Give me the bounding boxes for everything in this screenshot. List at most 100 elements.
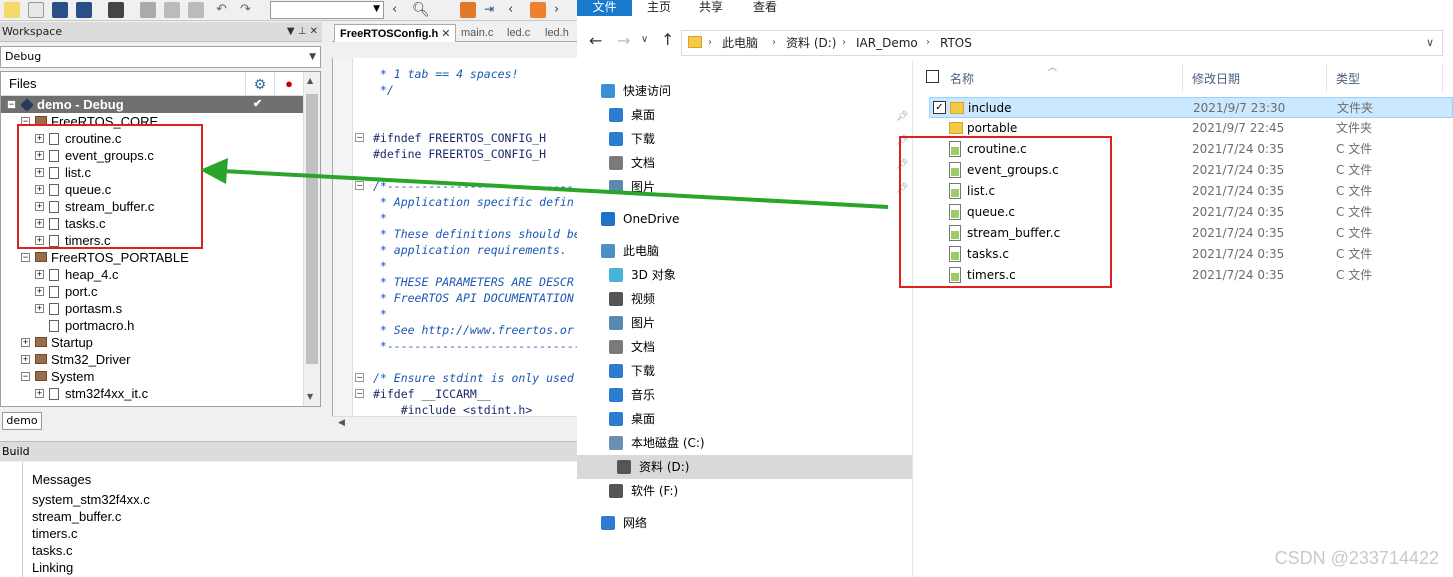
column-date[interactable]: 修改日期 <box>1192 70 1240 87</box>
tree-row-file[interactable]: + portasm.s <box>1 300 303 317</box>
prev-icon[interactable]: ‹ <box>508 2 524 18</box>
breadcrumb-iar-demo[interactable]: IAR_Demo <box>856 31 918 55</box>
tab-led-c[interactable]: led.c <box>502 24 535 42</box>
nav-item[interactable]: 下载 <box>601 359 911 383</box>
tree-row-folder[interactable]: + Stm32_Driver <box>1 351 303 368</box>
find-combo[interactable]: ▼ <box>270 1 384 19</box>
tree-row-project[interactable]: − demo - Debug ✔ <box>1 96 303 113</box>
nav-item[interactable]: 3D 对象 <box>601 263 911 287</box>
ribbon-file-tab[interactable]: 文件 <box>577 0 632 16</box>
column-separator[interactable] <box>1442 64 1443 92</box>
fold-toggle-icon[interactable]: − <box>355 133 364 142</box>
recent-chevron-icon[interactable]: ∨ <box>641 34 648 45</box>
editor-hscroll[interactable]: ◀ <box>332 416 577 432</box>
gear-icon[interactable]: ⚙ <box>245 72 274 96</box>
toggle-bookmark-icon[interactable] <box>460 2 476 18</box>
address-box[interactable]: › 此电脑 › 资料 (D:) › IAR_Demo › RTOS ∨ <box>681 30 1443 56</box>
cut-icon[interactable] <box>140 2 156 18</box>
code-editor[interactable]: * 1 tab == 4 spaces! */ #ifndef FREERTOS_… <box>332 58 577 432</box>
back-icon[interactable]: ‹ <box>392 2 408 18</box>
expand-toggle-icon[interactable]: + <box>35 304 44 313</box>
tree-scrollbar[interactable]: ▲ ▼ <box>303 72 320 406</box>
tree-row-folder[interactable]: − System <box>1 368 303 385</box>
forward-arrow-icon[interactable]: → <box>617 31 630 50</box>
scroll-left-icon[interactable]: ◀ <box>338 418 345 428</box>
workspace-tab-demo[interactable]: demo <box>2 412 42 430</box>
nav-item[interactable]: 软件 (F:) <box>601 479 911 503</box>
row-checkbox[interactable]: ✓ <box>933 101 946 114</box>
nav-item[interactable]: 网络 <box>593 511 903 535</box>
scroll-down-icon[interactable]: ▼ <box>307 392 313 401</box>
nav-item[interactable]: 下载 <box>601 127 911 151</box>
undo-icon[interactable]: ↶ <box>216 2 232 18</box>
scrollbar-thumb[interactable] <box>306 94 318 364</box>
fold-toggle-icon[interactable]: − <box>355 181 364 190</box>
new-file-icon[interactable] <box>4 2 20 18</box>
fold-toggle-icon[interactable]: − <box>355 373 364 382</box>
tab-led-h[interactable]: led.h <box>540 24 574 42</box>
select-all-checkbox[interactable] <box>926 70 939 83</box>
copy-icon[interactable] <box>164 2 180 18</box>
tree-row-file[interactable]: portmacro.h <box>1 317 303 334</box>
goto-icon[interactable]: ⇥ <box>484 2 500 18</box>
tab-main[interactable]: main.c <box>456 24 498 42</box>
column-separator[interactable] <box>1326 64 1327 92</box>
expand-toggle-icon[interactable]: + <box>35 389 44 398</box>
redo-icon[interactable]: ↷ <box>240 2 256 18</box>
nav-item[interactable]: 本地磁盘 (C:) <box>601 431 911 455</box>
bookmark-icon[interactable] <box>530 2 546 18</box>
back-arrow-icon[interactable]: ← <box>589 31 602 50</box>
config-select[interactable]: Debug ▼ <box>0 46 321 68</box>
tree-row-folder[interactable]: + Startup <box>1 334 303 351</box>
tree-row-file[interactable]: + heap_4.c <box>1 266 303 283</box>
nav-item[interactable]: 桌面 <box>601 103 911 127</box>
breadcrumb-drive-d[interactable]: 资料 (D:) <box>786 31 836 55</box>
nav-item[interactable]: 音乐 <box>601 383 911 407</box>
expand-toggle-icon[interactable]: + <box>35 287 44 296</box>
ribbon-tab-view[interactable]: 查看 <box>753 0 777 14</box>
column-separator[interactable] <box>1182 64 1183 92</box>
nav-item[interactable]: 视频 <box>601 287 911 311</box>
breadcrumb-rtos[interactable]: RTOS <box>940 31 972 55</box>
tab-freertosconfig[interactable]: FreeRTOSConfig.h ✕ <box>334 24 457 42</box>
expand-toggle-icon[interactable]: − <box>21 372 30 381</box>
paste-icon[interactable] <box>188 2 204 18</box>
scroll-up-icon[interactable]: ▲ <box>307 76 313 85</box>
expand-toggle-icon[interactable]: + <box>21 338 30 347</box>
breadcrumb-this-pc[interactable]: 此电脑 <box>722 31 758 55</box>
ribbon-tab-home[interactable]: 主页 <box>647 0 671 14</box>
tree-row-folder[interactable]: − FreeRTOS_PORTABLE <box>1 249 303 266</box>
tree-row-file[interactable]: + stm32f4xx_it.c <box>1 385 303 402</box>
nav-item[interactable]: OneDrive <box>593 207 903 231</box>
close-icon[interactable]: ✕ <box>441 28 450 40</box>
nav-item[interactable]: 文档 <box>601 335 911 359</box>
column-name[interactable]: 名称 <box>950 70 974 87</box>
ribbon-tab-share[interactable]: 共享 <box>699 0 723 14</box>
nav-item[interactable]: 桌面 <box>601 407 911 431</box>
breakpoint-icon[interactable]: ● <box>274 72 303 96</box>
address-dropdown-icon[interactable]: ∨ <box>1426 36 1434 49</box>
file-row[interactable]: ✓ include 2021/9/7 23:30 文件夹 <box>929 97 1453 118</box>
nav-item[interactable]: 资料 (D:) <box>577 455 912 479</box>
up-arrow-icon[interactable]: ↑ <box>661 30 674 49</box>
nav-item[interactable]: 文档 <box>601 151 911 175</box>
expand-toggle-icon[interactable]: − <box>21 253 30 262</box>
save-all-icon[interactable] <box>76 2 92 18</box>
tree-row-file[interactable]: + port.c <box>1 283 303 300</box>
expand-toggle-icon[interactable]: + <box>35 270 44 279</box>
fold-toggle-icon[interactable]: − <box>355 389 364 398</box>
nav-item[interactable]: 图片 <box>601 311 911 335</box>
find-icon[interactable]: 🔍︎ <box>412 2 430 18</box>
nav-item[interactable]: 快速访问 <box>593 79 903 103</box>
expand-toggle-icon[interactable]: + <box>21 355 30 364</box>
nav-item[interactable]: 此电脑 <box>593 239 903 263</box>
nav-item[interactable]: 图片 <box>601 175 911 199</box>
next-icon[interactable]: › <box>554 2 570 18</box>
workspace-window-buttons[interactable]: ▼ ⊥ ✕ <box>287 22 318 42</box>
new-doc-icon[interactable] <box>28 2 44 18</box>
print-icon[interactable] <box>108 2 124 18</box>
column-type[interactable]: 类型 <box>1336 70 1360 87</box>
expand-toggle-icon[interactable]: − <box>7 100 16 109</box>
save-icon[interactable] <box>52 2 68 18</box>
pin-icon[interactable]: 📌︎ <box>896 111 909 122</box>
